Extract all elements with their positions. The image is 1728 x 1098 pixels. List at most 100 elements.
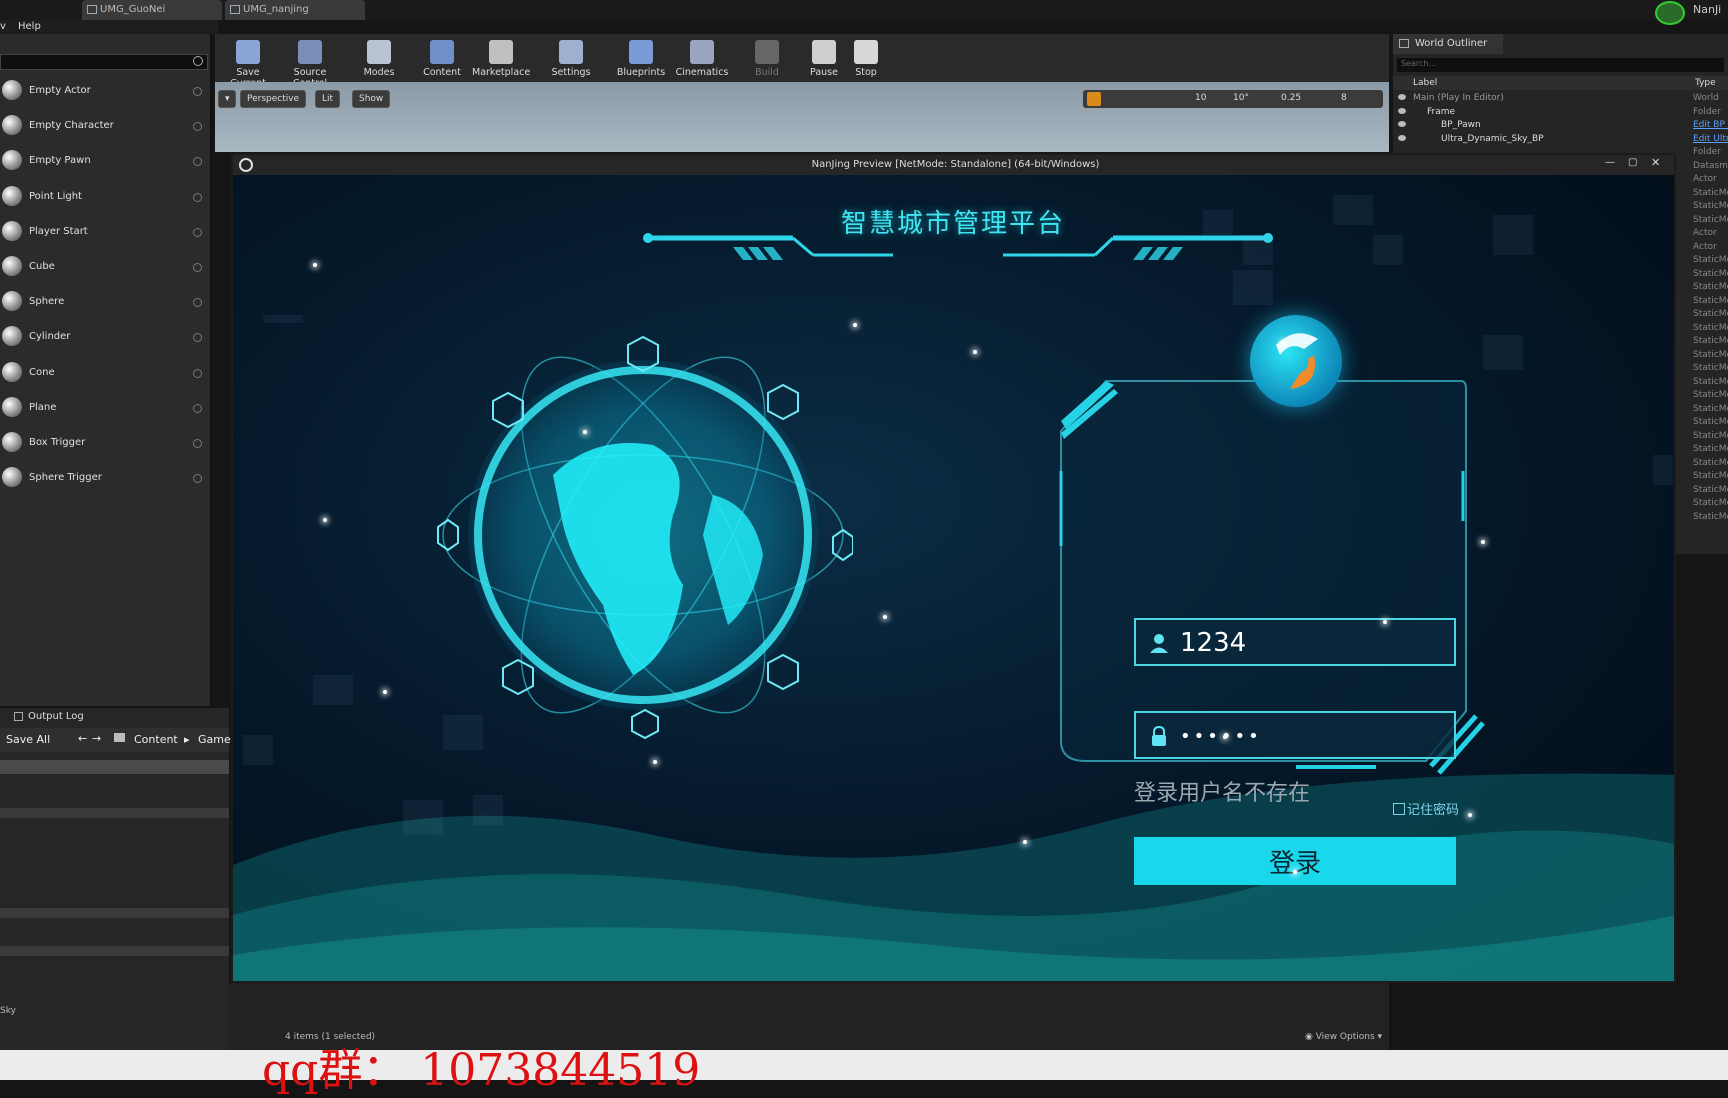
checkbox-icon — [1393, 803, 1405, 815]
toolbar-button[interactable]: Blueprints — [612, 38, 670, 82]
place-item[interactable]: Player Start — [0, 216, 208, 248]
angle-snap-value[interactable]: 10° — [1233, 93, 1249, 103]
place-search-input[interactable] — [0, 54, 208, 70]
translate-icon[interactable] — [1087, 92, 1101, 106]
close-icon[interactable]: ✕ — [1651, 156, 1660, 169]
tab-output-log[interactable]: Output Log — [14, 711, 84, 722]
maximize-icon[interactable]: ▢ — [1628, 157, 1637, 168]
place-item[interactable]: Plane — [0, 392, 208, 424]
source-control-status-icon[interactable] — [1655, 1, 1685, 25]
breadcrumb-content[interactable]: Content — [134, 733, 178, 746]
login-scene: 智慧城市管理平台 1234 •••••• 登录用户名不存在 记住密码 登录 — [233, 175, 1674, 981]
outliner-row[interactable]: Main (Play In Editor) World — [1393, 92, 1728, 105]
tab-umg-guonei[interactable]: UMG_GuoNei — [82, 0, 222, 20]
visibility-eye-icon[interactable] — [1398, 134, 1406, 141]
place-item[interactable]: Cone — [0, 357, 208, 389]
lit-button[interactable]: Lit — [315, 90, 341, 108]
visibility-eye-icon[interactable] — [1398, 121, 1406, 127]
toolbar-button[interactable]: Save Current — [219, 38, 277, 89]
username-field[interactable] — [1134, 618, 1456, 666]
grid-snap-value[interactable]: 10 — [1195, 93, 1206, 103]
outliner-row[interactable]: BP_Pawn Edit BP_ — [1393, 119, 1728, 132]
place-item[interactable]: Empty Pawn — [0, 145, 208, 177]
toolbar-icon — [854, 40, 878, 64]
forward-arrow-icon[interactable]: → — [92, 732, 101, 745]
toolbar-button[interactable]: Source Control — [281, 38, 339, 89]
help-icon[interactable] — [193, 157, 202, 167]
place-item[interactable]: Empty Character — [0, 110, 208, 142]
actor-type-cell: StaticMe — [1693, 390, 1728, 400]
help-icon[interactable] — [193, 298, 202, 308]
place-item[interactable]: Empty Actor — [0, 75, 208, 107]
actor-type-cell: StaticMe — [1693, 498, 1728, 508]
unreal-logo-icon — [239, 158, 253, 172]
project-name: NanJi — [1693, 3, 1722, 16]
outliner-row[interactable]: Frame Folder — [1393, 106, 1728, 119]
remember-password-checkbox[interactable]: 记住密码 — [1393, 799, 1459, 818]
help-icon[interactable] — [193, 263, 202, 272]
help-icon[interactable] — [193, 87, 202, 96]
toolbar-button[interactable]: Marketplace — [472, 38, 530, 82]
tab-world-outliner[interactable]: World Outliner — [1393, 34, 1503, 54]
save-all-button[interactable]: Save All — [6, 733, 50, 746]
asset-label-sky[interactable]: Sky — [0, 1006, 16, 1016]
outliner-search-input[interactable]: Search... — [1397, 58, 1724, 72]
toolbar-button[interactable]: Settings — [542, 38, 600, 82]
type-column-header[interactable]: Type — [1695, 78, 1716, 88]
toolbar-button[interactable]: Content — [413, 38, 471, 82]
level-viewport[interactable]: ▾ Perspective Lit Show 10 10° 0.25 8 — [215, 82, 1389, 152]
view-options-button[interactable]: ◉ View Options ▾ — [1305, 1032, 1382, 1042]
place-item[interactable]: Box Trigger — [0, 427, 208, 459]
actor-type-cell: StaticMe — [1693, 471, 1728, 481]
label-column-header[interactable]: Label — [1413, 78, 1437, 88]
menu-help[interactable]: Help — [18, 21, 41, 32]
watermark-text: qq群： 1073844519 — [262, 1045, 701, 1096]
platform-title: 智慧城市管理平台 — [840, 209, 1065, 239]
help-icon[interactable] — [193, 122, 202, 132]
place-item[interactable]: Sphere Trigger — [0, 462, 208, 494]
place-item[interactable]: Point Light — [0, 181, 208, 213]
help-icon[interactable] — [193, 474, 202, 484]
visibility-eye-icon[interactable] — [1398, 94, 1406, 100]
help-icon[interactable] — [193, 368, 202, 378]
place-item[interactable]: Sphere — [0, 286, 208, 318]
help-icon[interactable] — [193, 439, 202, 448]
actor-type-cell: StaticMe — [1693, 322, 1728, 333]
show-button[interactable]: Show — [352, 90, 391, 108]
back-arrow-icon[interactable]: ← — [78, 732, 87, 745]
breadcrumb-game[interactable]: Game — [198, 733, 231, 746]
actor-type-cell: Folder — [1693, 147, 1721, 157]
minimize-icon[interactable]: — — [1605, 157, 1615, 168]
actor-icon — [2, 396, 22, 417]
help-icon[interactable] — [193, 227, 202, 237]
toolbar-button[interactable]: Stop — [837, 38, 895, 82]
tab-umg-nanjing[interactable]: UMG_nanjing — [225, 0, 365, 20]
outliner-row[interactable]: Ultra_Dynamic_Sky_BP Edit Ultr — [1393, 133, 1728, 146]
square-decoration — [1233, 270, 1273, 305]
toolbar-icon — [812, 40, 836, 64]
place-item[interactable]: Cylinder — [0, 321, 208, 353]
viewport-options-button[interactable]: ▾ — [218, 90, 236, 108]
place-item[interactable]: Cube — [0, 251, 208, 283]
perspective-button[interactable]: Perspective — [240, 90, 307, 108]
star-decoration — [653, 760, 657, 764]
menu-window[interactable]: v — [0, 21, 6, 32]
square-decoration — [1653, 455, 1673, 485]
login-button[interactable]: 登录 — [1134, 837, 1456, 885]
actor-type-cell: StaticMe — [1693, 430, 1728, 441]
username-input[interactable] — [1180, 626, 1445, 660]
toolbar-button[interactable]: Build — [738, 38, 796, 82]
document-tab-bar: UMG_GuoNei UMG_nanjing NanJi — [0, 0, 1728, 25]
help-icon[interactable] — [193, 403, 202, 413]
visibility-eye-icon[interactable] — [1398, 107, 1406, 114]
camera-speed-value[interactable]: 8 — [1341, 93, 1347, 103]
scale-snap-value[interactable]: 0.25 — [1281, 93, 1301, 103]
password-field[interactable] — [1134, 711, 1456, 759]
toolbar-button[interactable]: Modes — [350, 38, 408, 82]
password-input[interactable] — [1180, 719, 1445, 753]
place-actors-panel: Empty Actor Empty Character Empty Pawn Poin… — [0, 34, 212, 706]
help-icon[interactable] — [193, 333, 202, 343]
help-icon[interactable] — [193, 192, 202, 202]
toolbar-button[interactable]: Cinematics — [673, 38, 731, 82]
content-browser-toolbar: Save All ← → Content ▸ Game — [0, 728, 231, 752]
